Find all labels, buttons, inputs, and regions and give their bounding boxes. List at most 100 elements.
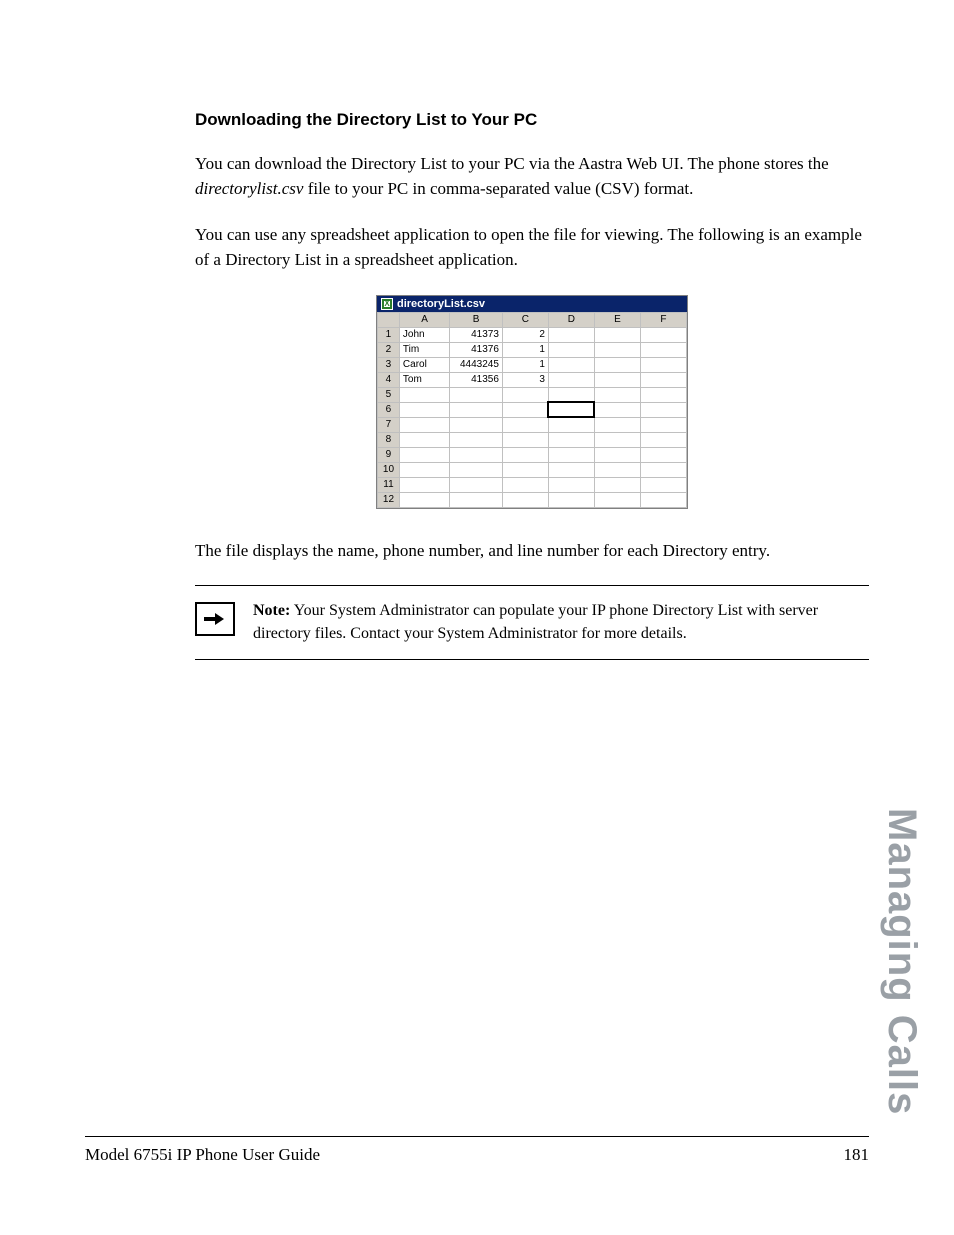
cell [502, 462, 548, 477]
cell [450, 462, 503, 477]
spreadsheet-grid: A B C D E F 1 John 41373 2 [377, 312, 687, 508]
cell [399, 387, 449, 402]
cell [450, 417, 503, 432]
footer-left: Model 6755i IP Phone User Guide [85, 1145, 320, 1165]
cell [502, 492, 548, 507]
note-icon-box [195, 602, 235, 636]
cell [450, 432, 503, 447]
row-header: 10 [378, 462, 400, 477]
cell [640, 477, 686, 492]
cell [399, 462, 449, 477]
cell [502, 447, 548, 462]
paragraph-3: The file displays the name, phone number… [195, 539, 869, 564]
table-row: 4 Tom 41356 3 [378, 372, 687, 387]
cell: 41376 [450, 342, 503, 357]
cell: Carol [399, 357, 449, 372]
cell: Tom [399, 372, 449, 387]
cell [640, 402, 686, 417]
cell: Tim [399, 342, 449, 357]
cell [399, 432, 449, 447]
row-header: 11 [378, 477, 400, 492]
cell [640, 342, 686, 357]
table-row: 9 [378, 447, 687, 462]
cell [548, 417, 594, 432]
note-label: Note: [253, 602, 290, 619]
note-block: Note: Your System Administrator can popu… [195, 585, 869, 660]
cell [399, 477, 449, 492]
paragraph-1: You can download the Directory List to y… [195, 152, 869, 201]
cell [548, 492, 594, 507]
cell [502, 387, 548, 402]
cell: 41373 [450, 327, 503, 342]
cell [640, 462, 686, 477]
table-row: 1 John 41373 2 [378, 327, 687, 342]
row-header: 4 [378, 372, 400, 387]
table-row: 8 [378, 432, 687, 447]
cell [548, 372, 594, 387]
table-row: 7 [378, 417, 687, 432]
arrow-right-icon [204, 613, 226, 625]
cell [450, 402, 503, 417]
cell [594, 372, 640, 387]
section-heading: Downloading the Directory List to Your P… [195, 110, 869, 130]
cell [594, 462, 640, 477]
col-header: C [502, 312, 548, 327]
table-row: 11 [378, 477, 687, 492]
selected-cell [548, 402, 594, 417]
cell [594, 447, 640, 462]
page-footer: Model 6755i IP Phone User Guide 181 [85, 1136, 869, 1165]
cell: 4443245 [450, 357, 503, 372]
paragraph-2: You can use any spreadsheet application … [195, 223, 869, 272]
table-row: 10 [378, 462, 687, 477]
cell [548, 432, 594, 447]
text: You can download the Directory List to y… [195, 154, 829, 173]
column-header-row: A B C D E F [378, 312, 687, 327]
cell [640, 492, 686, 507]
cell [594, 327, 640, 342]
row-header: 8 [378, 432, 400, 447]
cell [450, 492, 503, 507]
col-header: A [399, 312, 449, 327]
footer-page-number: 181 [844, 1145, 870, 1165]
cell: 2 [502, 327, 548, 342]
cell [640, 327, 686, 342]
cell [502, 477, 548, 492]
cell [548, 462, 594, 477]
cell [450, 447, 503, 462]
file-icon [381, 298, 393, 310]
table-row: 5 [378, 387, 687, 402]
row-header: 2 [378, 342, 400, 357]
table-row: 6 [378, 402, 687, 417]
cell [450, 387, 503, 402]
cell [548, 447, 594, 462]
cell [640, 372, 686, 387]
note-text: Note: Your System Administrator can popu… [253, 600, 869, 645]
row-header: 7 [378, 417, 400, 432]
cell [594, 387, 640, 402]
select-all-corner [378, 312, 400, 327]
cell [640, 357, 686, 372]
cell [548, 327, 594, 342]
col-header: D [548, 312, 594, 327]
cell: John [399, 327, 449, 342]
cell [548, 387, 594, 402]
cell [594, 492, 640, 507]
spreadsheet-filename: directoryList.csv [397, 298, 485, 310]
table-row: 12 [378, 492, 687, 507]
side-tab-label: Managing Calls [879, 808, 924, 1115]
cell: 3 [502, 372, 548, 387]
col-header: B [450, 312, 503, 327]
cell [399, 447, 449, 462]
cell [548, 342, 594, 357]
row-header: 5 [378, 387, 400, 402]
cell: 1 [502, 342, 548, 357]
spreadsheet-window: directoryList.csv A B C D E F [376, 295, 688, 509]
cell [594, 342, 640, 357]
cell [399, 492, 449, 507]
cell [594, 432, 640, 447]
spreadsheet-titlebar: directoryList.csv [377, 296, 687, 312]
filename-italic: directorylist.csv [195, 179, 303, 198]
cell [594, 477, 640, 492]
col-header: F [640, 312, 686, 327]
row-header: 1 [378, 327, 400, 342]
